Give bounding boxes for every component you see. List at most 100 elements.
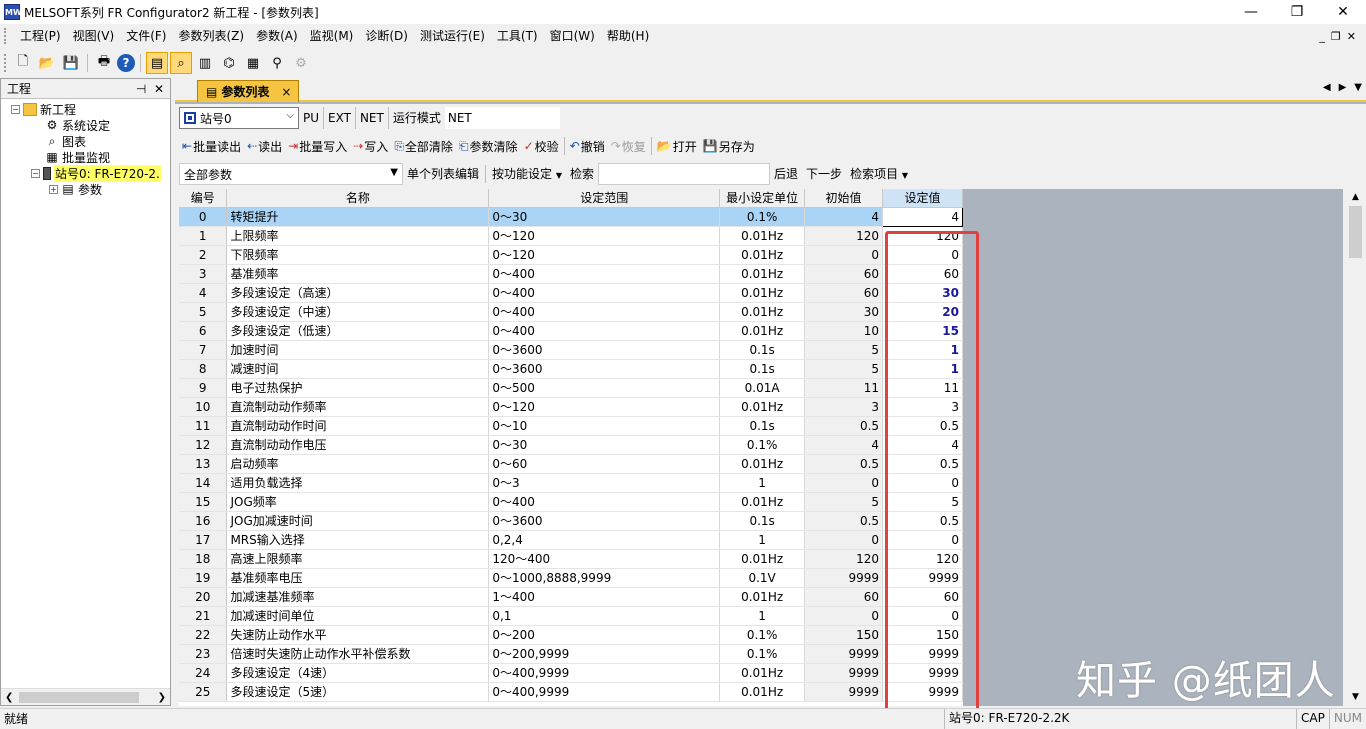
param-setting[interactable]: 0	[882, 473, 963, 493]
expand-icon[interactable]: +	[49, 184, 58, 194]
table-row[interactable]: 10 直流制动动作频率 0～120 0.01Hz 3 3	[179, 397, 963, 417]
pane-close-icon[interactable]: ✕	[154, 82, 164, 96]
tab-close-icon[interactable]: ×	[281, 85, 291, 99]
param-setting[interactable]: 0.5	[882, 416, 963, 436]
table-row[interactable]: 18 高速上限频率 120～400 0.01Hz 120 120	[179, 549, 963, 569]
tab-next-icon[interactable]: ▶	[1339, 82, 1347, 93]
table-row[interactable]: 3 基准频率 0～400 0.01Hz 60 60	[179, 264, 963, 284]
table-row[interactable]: 8 减速时间 0～3600 0.1s 5 1	[179, 359, 963, 379]
table-row[interactable]: 23 倍速时失速防止动作水平补偿系数 0～200,9999 0.1% 9999 9999	[179, 644, 963, 664]
table-row[interactable]: 4 多段速设定（高速） 0～400 0.01Hz 60 30	[179, 283, 963, 303]
param-setting[interactable]: 3	[882, 397, 963, 417]
param-setting[interactable]: 120	[882, 549, 963, 569]
menu-view[interactable]: 视图(V)	[67, 24, 121, 48]
tree-item-station[interactable]: − 站号0: FR-E720-2.	[1, 164, 170, 182]
tab-list-icon[interactable]: ▼	[1354, 82, 1362, 93]
col-header-unit[interactable]: 最小设定单位	[719, 189, 806, 208]
collapse-icon[interactable]: −	[31, 168, 40, 178]
station-select[interactable]: 站号0 ⌵	[179, 107, 299, 129]
menu-help[interactable]: 帮助(H)	[601, 24, 655, 48]
open-button[interactable]: 📂 打开	[654, 135, 700, 157]
minimize-button[interactable]: —	[1228, 0, 1274, 24]
mdi-restore-button[interactable]: ❐	[1331, 30, 1341, 43]
print-icon[interactable]: 🖶	[93, 52, 115, 74]
table-row[interactable]: 25 多段速设定（5速） 0～400,9999 0.01Hz 9999 9999	[179, 682, 963, 702]
table-row[interactable]: 14 适用负载选择 0～3 1 0 0	[179, 473, 963, 493]
by-function-button[interactable]: 按功能设定 ▼	[488, 163, 566, 185]
table-row[interactable]: 6 多段速设定（低速） 0～400 0.01Hz 10 15	[179, 321, 963, 341]
left-hscrollbar[interactable]: ❮ ❯	[1, 688, 170, 705]
table-row[interactable]: 20 加减速基准频率 1～400 0.01Hz 60 60	[179, 587, 963, 607]
col-header-name[interactable]: 名称	[226, 189, 490, 208]
col-header-initial[interactable]: 初始值	[804, 189, 884, 208]
table-row[interactable]: 24 多段速设定（4速） 0～400,9999 0.01Hz 9999 9999	[179, 663, 963, 683]
project-pane-toggle-icon[interactable]: ▤	[146, 52, 168, 74]
collapse-icon[interactable]: −	[11, 104, 20, 114]
tree-item-system[interactable]: ⚙ 系统设定	[1, 117, 170, 133]
table-row[interactable]: 21 加减速时间单位 0,1 1 0 0	[179, 606, 963, 626]
close-window-button[interactable]: ✕	[1320, 0, 1366, 24]
param-setting[interactable]: 120	[882, 226, 963, 246]
menu-project[interactable]: 工程(P)	[14, 24, 67, 48]
save-icon[interactable]: 💾	[60, 52, 82, 74]
param-setting[interactable]: 9999	[882, 568, 963, 588]
verify-button[interactable]: ✓ 校验	[521, 135, 562, 157]
table-row[interactable]: 13 启动频率 0～60 0.01Hz 0.5 0.5	[179, 454, 963, 474]
table-row[interactable]: 11 直流制动动作时间 0～10 0.1s 0.5 0.5	[179, 416, 963, 436]
param-setting[interactable]: 20	[882, 302, 963, 322]
single-list-edit-button[interactable]: 单个列表编辑	[403, 163, 483, 185]
menu-test-run[interactable]: 测试运行(E)	[414, 24, 491, 48]
param-clear-button[interactable]: ⎗ 参数清除	[456, 135, 521, 157]
col-header-setting[interactable]: 设定值	[882, 189, 963, 208]
col-header-range[interactable]: 设定范围	[488, 189, 721, 208]
tab-prev-icon[interactable]: ◀	[1323, 82, 1331, 93]
scroll-left-icon[interactable]: ❮	[5, 692, 13, 703]
param-list-icon[interactable]: ▥	[194, 52, 216, 74]
open-folder-icon[interactable]: 📂	[36, 52, 58, 74]
clear-all-button[interactable]: ⎘ 全部清除	[391, 135, 456, 157]
param-setting[interactable]: 60	[882, 587, 963, 607]
net-mode-button[interactable]: NET	[356, 107, 389, 129]
param-setting[interactable]: 9999	[882, 644, 963, 664]
table-row[interactable]: 7 加速时间 0～3600 0.1s 5 1	[179, 340, 963, 360]
graph-icon[interactable]: ▦	[242, 52, 264, 74]
write-button[interactable]: ⇢ 写入	[350, 135, 391, 157]
param-setting[interactable]: 4	[882, 435, 963, 455]
param-filter-select[interactable]: 全部参数 ▼	[179, 163, 403, 185]
search-pane-toggle-icon[interactable]: ⌕	[170, 52, 192, 74]
param-setting[interactable]: 15	[882, 321, 963, 341]
scroll-up-icon[interactable]: ▲	[1347, 189, 1364, 206]
table-row[interactable]: 5 多段速设定（中速） 0～400 0.01Hz 30 20	[179, 302, 963, 322]
param-setting[interactable]: 30	[882, 283, 963, 303]
table-row[interactable]: 22 失速防止动作水平 0～200 0.1% 150 150	[179, 625, 963, 645]
menu-param-list[interactable]: 参数列表(Z)	[172, 24, 250, 48]
search-item-button[interactable]: 检索项目 ▼	[846, 163, 912, 185]
tree-item-params[interactable]: + ▤ 参数	[1, 181, 170, 197]
table-row[interactable]: 19 基准频率电压 0～1000,8888,9999 0.1V 9999 9999	[179, 568, 963, 588]
param-setting[interactable]: 1	[882, 340, 963, 360]
batch-write-button[interactable]: ⇥ 批量写入	[285, 135, 350, 157]
next-button[interactable]: 下一步	[802, 163, 846, 185]
pu-mode-button[interactable]: PU	[299, 107, 325, 129]
param-setting[interactable]: 9999	[882, 663, 963, 683]
param-setting[interactable]: 150	[882, 625, 963, 645]
tree-item-project[interactable]: − 新工程	[1, 101, 170, 117]
table-row[interactable]: 0 转矩提升 0～30 0.1% 4 4	[179, 206, 963, 227]
scroll-right-icon[interactable]: ❯	[158, 692, 166, 703]
param-setting[interactable]: 1	[882, 359, 963, 379]
col-header-no[interactable]: 编号	[179, 189, 228, 208]
table-row[interactable]: 17 MRS输入选择 0,2,4 1 0 0	[179, 530, 963, 550]
param-setting[interactable]: 0.5	[882, 511, 963, 531]
grid-vscrollbar[interactable]: ▲ ▼	[1347, 189, 1364, 706]
param-setting[interactable]: 0	[882, 530, 963, 550]
save-as-button[interactable]: 💾 另存为	[700, 135, 758, 157]
menu-file[interactable]: 文件(F)	[120, 24, 172, 48]
tree-item-batch-monitor[interactable]: ▦ 批量监视	[1, 149, 170, 165]
tuning-icon[interactable]: ⚲	[266, 52, 288, 74]
scroll-thumb[interactable]	[1349, 206, 1362, 258]
param-setting[interactable]: 4	[882, 206, 963, 227]
param-setting[interactable]: 0	[882, 245, 963, 265]
scroll-down-icon[interactable]: ▼	[1347, 689, 1364, 706]
new-file-icon[interactable]: 🗋	[12, 52, 34, 74]
search-input[interactable]	[598, 163, 771, 185]
